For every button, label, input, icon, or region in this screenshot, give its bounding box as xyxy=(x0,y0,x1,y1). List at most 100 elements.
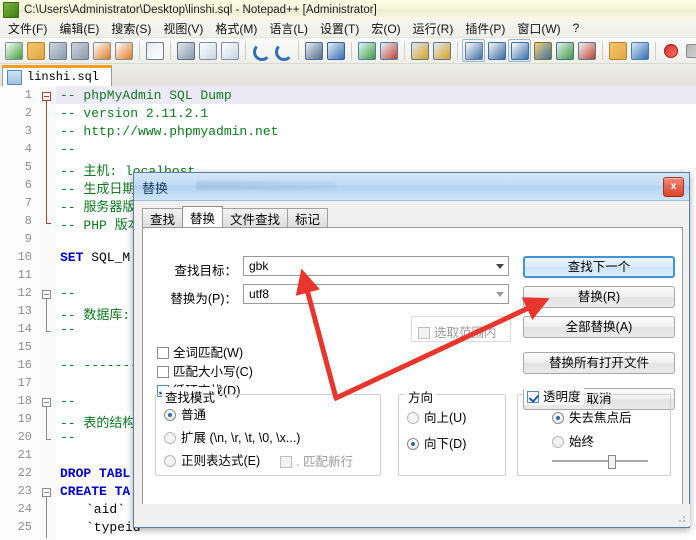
sync-horizontal-icon-glyph xyxy=(433,42,451,60)
menu-window[interactable]: 窗口(W) xyxy=(511,18,566,39)
chevron-down-icon[interactable] xyxy=(496,264,504,269)
user-define-dialog-icon[interactable] xyxy=(532,40,553,61)
folder-as-workspace-icon[interactable] xyxy=(607,40,628,61)
replace-with-input[interactable]: utf8 xyxy=(243,284,509,304)
menu-language[interactable]: 语言(L) xyxy=(263,18,314,39)
paste-icon[interactable] xyxy=(219,40,240,61)
find-target-input[interactable]: gbk xyxy=(243,256,509,276)
show-indent-guide-icon[interactable] xyxy=(508,39,531,62)
code-token: -- xyxy=(60,394,76,409)
menu-plugins[interactable]: 插件(P) xyxy=(459,18,511,39)
replace-all-button[interactable]: 全部替换(A) xyxy=(523,316,675,338)
new-file-icon[interactable] xyxy=(3,40,24,61)
eyedropper-icon[interactable] xyxy=(576,40,597,61)
dialog-tab-mark-label: 标记 xyxy=(295,209,320,228)
fold-toggle-icon[interactable] xyxy=(42,488,51,497)
replace-all-opened-files-button[interactable]: 替换所有打开文件 xyxy=(523,352,675,374)
line-number: 4 xyxy=(0,142,32,156)
close-file-icon[interactable] xyxy=(91,40,112,61)
dialog-tab-replace[interactable]: 替换 xyxy=(182,206,223,228)
radio-always[interactable]: 始终 xyxy=(552,431,594,450)
show-symbol-icon[interactable] xyxy=(486,40,507,61)
sync-vertical-icon[interactable] xyxy=(409,40,430,61)
fold-toggle-icon[interactable] xyxy=(42,290,51,299)
document-map-icon[interactable] xyxy=(629,40,650,61)
close-icon[interactable]: x xyxy=(663,177,684,197)
save-all-icon[interactable] xyxy=(69,40,90,61)
checkbox-whole-word[interactable]: 全词匹配(W) xyxy=(157,342,243,361)
radio-circle xyxy=(552,412,564,424)
replace-button[interactable]: 替换(R) xyxy=(523,286,675,308)
dialog-tab-mark[interactable]: 标记 xyxy=(287,208,328,228)
radio-direction-down[interactable]: 向下(D) xyxy=(407,433,466,452)
user-define-dialog-icon-glyph xyxy=(534,42,552,60)
radio-normal[interactable]: 普通 xyxy=(164,404,206,423)
menu-run[interactable]: 运行(R) xyxy=(407,18,460,39)
line-number: 18 xyxy=(0,394,32,408)
show-all-chars-icon-glyph xyxy=(556,42,574,60)
menu-search[interactable]: 搜索(S) xyxy=(105,18,157,39)
dialog-tab-find-in-files-label: 文件查找 xyxy=(230,209,280,228)
fold-toggle-icon[interactable] xyxy=(42,92,51,101)
undo-icon[interactable] xyxy=(250,40,271,61)
tab-linshi-sql[interactable]: linshi.sql xyxy=(2,65,112,86)
save-icon[interactable] xyxy=(47,40,68,61)
checkbox-match-case[interactable]: 匹配大小写(C) xyxy=(157,361,253,380)
radio-direction-up[interactable]: 向上(U) xyxy=(407,407,466,426)
sync-horizontal-icon[interactable] xyxy=(431,40,452,61)
radio-extended[interactable]: 扩展 (\n, \r, \t, \0, \x...) xyxy=(164,427,300,446)
menu-view[interactable]: 视图(V) xyxy=(157,18,209,39)
slider-thumb[interactable] xyxy=(608,455,616,469)
checkbox-in-selection[interactable]: 选取范围内 xyxy=(418,322,497,341)
zoom-in-icon[interactable] xyxy=(356,40,377,61)
toolbar-separator xyxy=(351,42,352,60)
replace-dialog[interactable]: 替换 x 查找替换文件查找标记 查找目标： gbk 替换为(P)： utf8 选… xyxy=(133,172,690,528)
record-macro-icon[interactable] xyxy=(660,40,681,61)
in-selection-group: 选取范围内 xyxy=(411,316,511,342)
redo-icon[interactable] xyxy=(272,40,293,61)
replace-icon[interactable] xyxy=(325,40,346,61)
open-file-icon-glyph xyxy=(27,42,45,60)
save-icon-glyph xyxy=(49,42,67,60)
find-icon[interactable] xyxy=(303,40,324,61)
radio-regex[interactable]: 正则表达式(E) xyxy=(164,450,260,469)
checkbox-box xyxy=(157,347,169,359)
menu-edit[interactable]: 编辑(E) xyxy=(53,18,105,39)
menu-settings[interactable]: 设置(T) xyxy=(314,18,365,39)
word-wrap-icon[interactable] xyxy=(462,39,485,62)
line-number: 17 xyxy=(0,376,32,390)
radio-on-losing-focus[interactable]: 失去焦点后 xyxy=(552,407,632,426)
chevron-down-icon[interactable] xyxy=(496,292,504,297)
show-all-chars-icon[interactable] xyxy=(554,40,575,61)
zoom-in-icon-glyph xyxy=(358,42,376,60)
close-all-icon[interactable] xyxy=(113,40,134,61)
checkbox-dot-matches-newline[interactable]: . 匹配新行 xyxy=(280,451,353,470)
fold-guide-line xyxy=(46,497,47,538)
code-folding-column[interactable] xyxy=(40,86,56,540)
find-next-button[interactable]: 查找下一个 xyxy=(523,256,675,278)
copy-icon[interactable] xyxy=(197,40,218,61)
zoom-out-icon[interactable] xyxy=(378,40,399,61)
show-indent-guide-icon-glyph xyxy=(511,42,529,60)
menu-macro[interactable]: 宏(O) xyxy=(365,18,406,39)
menu-format[interactable]: 格式(M) xyxy=(209,18,263,39)
cut-icon[interactable] xyxy=(175,40,196,61)
open-file-icon[interactable] xyxy=(25,40,46,61)
code-token: -- http://www.phpmyadmin.net xyxy=(60,124,278,139)
find-target-value: gbk xyxy=(249,259,268,273)
transparency-slider[interactable] xyxy=(552,455,648,467)
code-token: -- phpMyAdmin SQL Dump xyxy=(60,88,232,103)
dialog-title-text: 替换 xyxy=(142,178,168,197)
checkbox-transparency[interactable]: 透明度 xyxy=(524,386,584,405)
menu-help[interactable]: ? xyxy=(567,19,586,37)
saved-document-icon xyxy=(7,70,22,85)
dialog-tab-find-in-files[interactable]: 文件查找 xyxy=(222,208,288,228)
toolbar xyxy=(0,38,696,64)
stop-macro-icon[interactable] xyxy=(682,40,696,61)
direction-caption: 方向 xyxy=(405,387,436,406)
fold-toggle-icon[interactable] xyxy=(42,398,51,407)
print-icon[interactable] xyxy=(144,40,165,61)
menu-file[interactable]: 文件(F) xyxy=(2,18,53,39)
dialog-tab-find[interactable]: 查找 xyxy=(142,208,183,228)
resize-grip-icon[interactable] xyxy=(677,514,687,524)
